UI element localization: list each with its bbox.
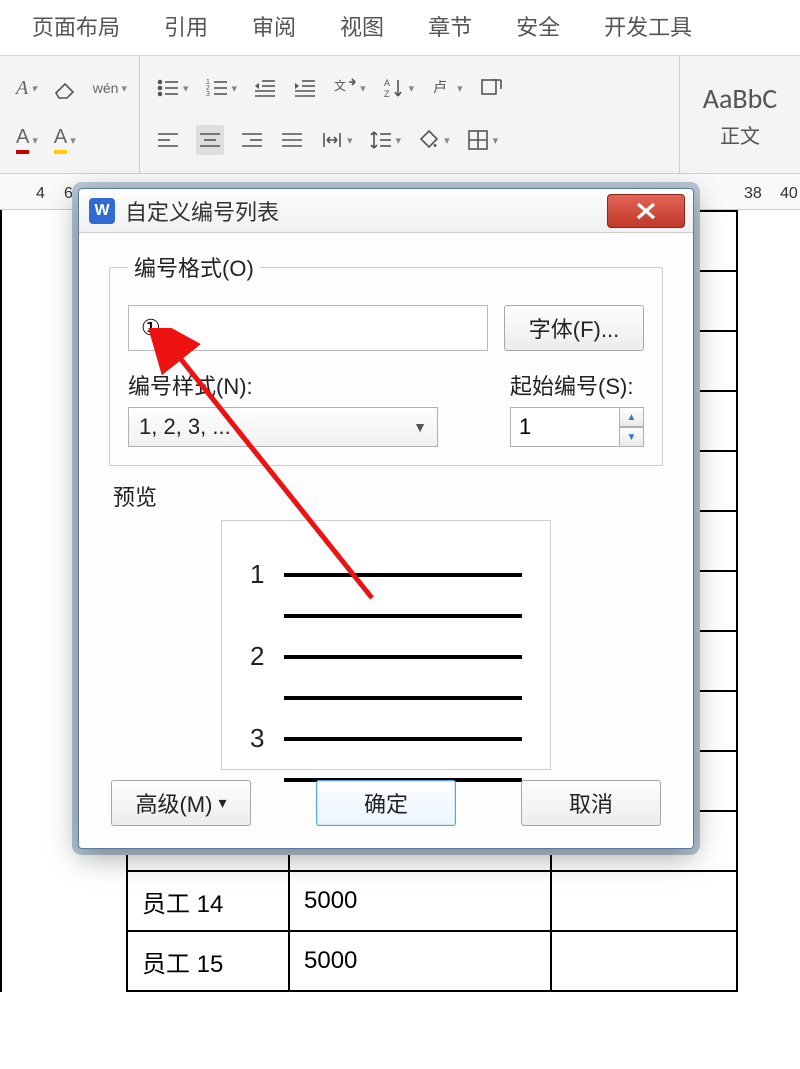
align-justify-button[interactable]: [280, 128, 304, 152]
number-style-dropdown[interactable]: 1, 2, 3, ...: [128, 407, 438, 447]
style-preview-name: 正文: [720, 120, 760, 149]
align-right-button[interactable]: [240, 128, 264, 152]
cell-name[interactable]: 员工 15: [127, 931, 289, 991]
number-list-button[interactable]: 123: [205, 76, 238, 100]
ribbon-toolbar: A wén A A 123 文 AZ 卢: [0, 56, 800, 174]
highlight-color-button[interactable]: A: [54, 126, 76, 154]
table-row[interactable]: 员工 15 5000: [127, 931, 737, 991]
line-spacing-button[interactable]: [369, 128, 402, 152]
menu-review[interactable]: 审阅: [230, 0, 318, 56]
app-icon: W: [89, 198, 115, 224]
background-table-left: [0, 210, 2, 992]
decrease-indent-button[interactable]: [253, 76, 277, 100]
dialog-titlebar[interactable]: W 自定义编号列表: [79, 189, 693, 233]
eraser-icon[interactable]: [53, 76, 77, 100]
ruler-tick: 40: [780, 185, 798, 203]
ribbon-styles-group[interactable]: AaBbC 正文: [680, 56, 800, 173]
ribbon-font-group: A wén A A: [0, 56, 140, 173]
svg-text:3: 3: [206, 91, 210, 98]
menu-security[interactable]: 安全: [494, 0, 582, 56]
dialog-title: 自定义编号列表: [125, 195, 279, 227]
spin-down-button[interactable]: ▼: [620, 427, 644, 447]
number-format-group: 编号格式(O) 字体(F)... 编号样式(N): 1, 2, 3, ... 起…: [109, 251, 663, 466]
new-window-button[interactable]: [479, 76, 503, 100]
cell-value[interactable]: 5000: [289, 931, 551, 991]
table-row[interactable]: 员工 14 5000: [127, 871, 737, 931]
style-preview-sample: AaBbC: [703, 81, 777, 116]
cancel-button[interactable]: 取消: [521, 780, 661, 826]
font-color-button[interactable]: A: [16, 126, 38, 154]
shading-button[interactable]: [417, 128, 450, 152]
svg-text:Z: Z: [384, 89, 390, 99]
preview-number: 3: [250, 723, 274, 754]
borders-button[interactable]: [466, 128, 499, 152]
sort-button[interactable]: AZ: [382, 76, 415, 100]
menu-page-layout[interactable]: 页面布局: [10, 0, 142, 56]
font-button[interactable]: 字体(F)...: [504, 305, 644, 351]
number-style-value: 1, 2, 3, ...: [139, 414, 231, 440]
font-a-button[interactable]: A: [16, 77, 37, 100]
preview-label: 预览: [113, 480, 663, 512]
ribbon-paragraph-group: 123 文 AZ 卢: [140, 56, 680, 173]
phonetic-guide-button[interactable]: wén: [93, 80, 127, 96]
menu-references[interactable]: 引用: [142, 0, 230, 56]
menu-view[interactable]: 视图: [318, 0, 406, 56]
bullet-list-button[interactable]: [156, 76, 189, 100]
preview-number: 2: [250, 641, 274, 672]
ruler-tick: 38: [744, 185, 762, 203]
distribute-horiz-button[interactable]: [320, 128, 353, 152]
custom-number-list-dialog: W 自定义编号列表 编号格式(O) 字体(F)... 编号样式(N): 1, 2…: [78, 188, 694, 849]
number-format-legend: 编号格式(O): [128, 251, 260, 283]
svg-text:文: 文: [334, 78, 346, 93]
ruler-tick: 6: [64, 185, 73, 203]
svg-text:卢: 卢: [433, 79, 447, 95]
svg-text:A: A: [384, 78, 390, 88]
increase-indent-button[interactable]: [293, 76, 317, 100]
spin-up-button[interactable]: ▲: [620, 407, 644, 427]
ruler-tick: 4: [36, 185, 45, 203]
ok-button[interactable]: 确定: [316, 780, 456, 826]
start-number-input[interactable]: [510, 407, 620, 447]
start-number-label: 起始编号(S):: [510, 369, 644, 401]
text-direction-button[interactable]: 文: [333, 76, 366, 100]
cell-name[interactable]: 员工 14: [127, 871, 289, 931]
menu-developer[interactable]: 开发工具: [582, 0, 714, 56]
close-button[interactable]: [607, 194, 685, 228]
preview-box: 1 0 2 0 3 0: [221, 520, 551, 770]
cell-value[interactable]: 5000: [289, 871, 551, 931]
lookup-button[interactable]: 卢: [430, 76, 463, 100]
number-style-label: 编号样式(N):: [128, 369, 438, 401]
advanced-button[interactable]: 高级(M): [111, 780, 251, 826]
preview-number: 1: [250, 559, 274, 590]
align-center-button[interactable]: [196, 125, 224, 155]
number-format-input[interactable]: [128, 305, 488, 351]
close-icon: [633, 201, 659, 221]
menu-section[interactable]: 章节: [406, 0, 494, 56]
main-menubar: 页面布局 引用 审阅 视图 章节 安全 开发工具: [0, 0, 800, 56]
align-left-button[interactable]: [156, 128, 180, 152]
